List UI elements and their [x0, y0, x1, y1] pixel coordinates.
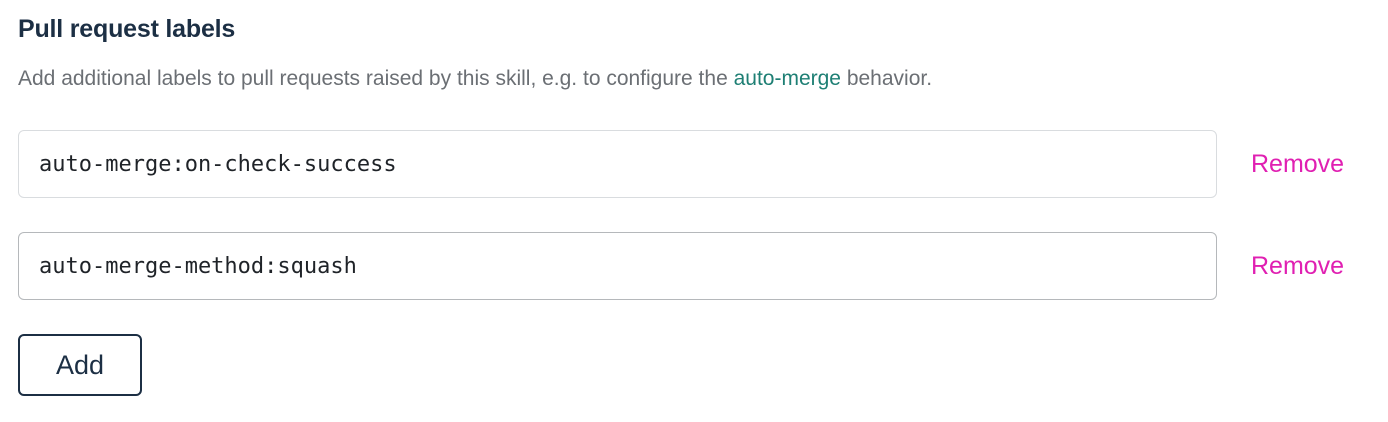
label-input[interactable]: [18, 130, 1217, 198]
remove-label-button[interactable]: Remove: [1251, 252, 1344, 281]
section-description: Add additional labels to pull requests r…: [18, 67, 932, 91]
description-text-end: behavior.: [840, 67, 933, 90]
section-title: Pull request labels: [18, 15, 236, 43]
auto-merge-link[interactable]: auto-merge: [734, 67, 841, 90]
remove-label-button[interactable]: Remove: [1251, 150, 1344, 179]
description-text: Add additional labels to pull requests r…: [18, 67, 734, 90]
add-label-button[interactable]: Add: [18, 334, 142, 396]
label-row: Remove: [18, 232, 1370, 300]
label-input[interactable]: [18, 232, 1217, 300]
label-row: Remove: [18, 130, 1370, 198]
